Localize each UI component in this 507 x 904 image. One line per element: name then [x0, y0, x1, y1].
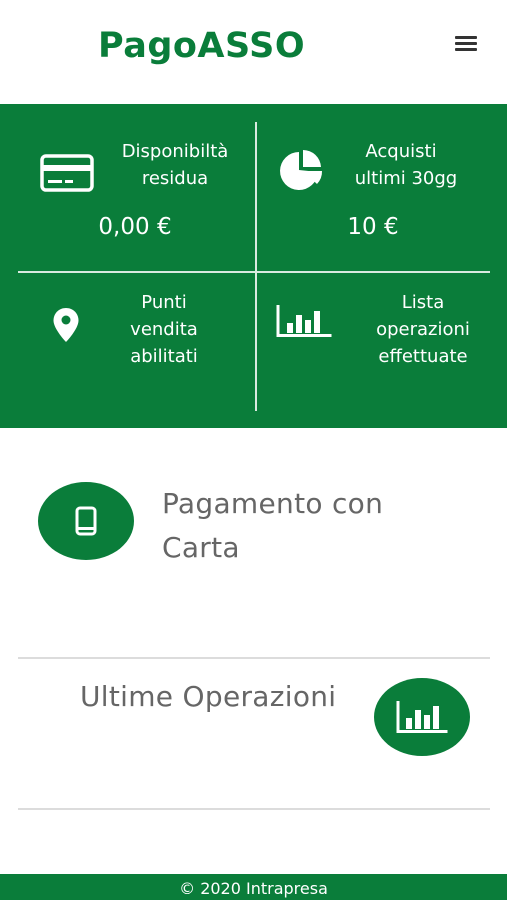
- tile-operations-list[interactable]: Lista operazioni effettuate: [257, 273, 490, 411]
- footer-copyright: © 2020 Intrapresa: [179, 879, 328, 898]
- summary-panel: Disponibiltà residua 0,00 € Acquisti ult…: [0, 104, 507, 428]
- tile-label-line1: Lista: [401, 292, 445, 313]
- app-header: PagoASSO: [0, 0, 507, 104]
- brand-logo[interactable]: PagoASSO: [98, 26, 305, 66]
- recent-operations-icon-circle: [374, 678, 470, 756]
- location-pin-icon: [52, 307, 80, 347]
- tile-label-line3: abilitati: [130, 346, 198, 367]
- pie-chart-icon: [277, 149, 329, 196]
- smartphone-icon: [75, 506, 97, 536]
- credit-card-icon: [40, 154, 94, 196]
- card-payment-line1: Pagamento con: [162, 487, 384, 520]
- tile-label-line2: vendita: [130, 319, 198, 340]
- card-payment-button[interactable]: Pagamento con Carta: [0, 460, 507, 610]
- bar-chart-icon: [275, 303, 333, 343]
- tile-label-line1: Punti: [141, 292, 187, 313]
- card-payment-label: Pagamento con Carta: [162, 482, 383, 570]
- footer: © 2020 Intrapresa: [0, 874, 507, 900]
- section-divider: [18, 657, 490, 659]
- available-balance-value: 0,00 €: [98, 214, 172, 240]
- hamburger-menu-icon[interactable]: [455, 36, 477, 52]
- tile-label-line2: operazioni: [376, 319, 470, 340]
- tile-label-line3: effettuate: [378, 346, 468, 367]
- tile-label-line1: Acquisti: [365, 141, 437, 162]
- card-payment-icon-circle: [38, 482, 134, 560]
- tile-enabled-stores[interactable]: Punti vendita abilitati: [18, 273, 255, 411]
- recent-operations-label: Ultime Operazioni: [80, 680, 337, 713]
- tile-label-line2: residua: [141, 168, 209, 189]
- tile-available-balance[interactable]: Disponibiltà residua 0,00 €: [18, 122, 255, 271]
- card-payment-line2: Carta: [162, 531, 240, 564]
- tile-label-line1: Disponibiltà: [121, 141, 229, 162]
- recent-purchases-value: 10 €: [347, 214, 399, 240]
- recent-operations-button[interactable]: Ultime Operazioni: [0, 660, 507, 808]
- section-divider: [18, 808, 490, 810]
- bar-chart-icon: [396, 701, 448, 733]
- tile-recent-purchases[interactable]: Acquisti ultimi 30gg 10 €: [257, 122, 490, 271]
- tile-label-line2: ultimi 30gg: [354, 168, 458, 189]
